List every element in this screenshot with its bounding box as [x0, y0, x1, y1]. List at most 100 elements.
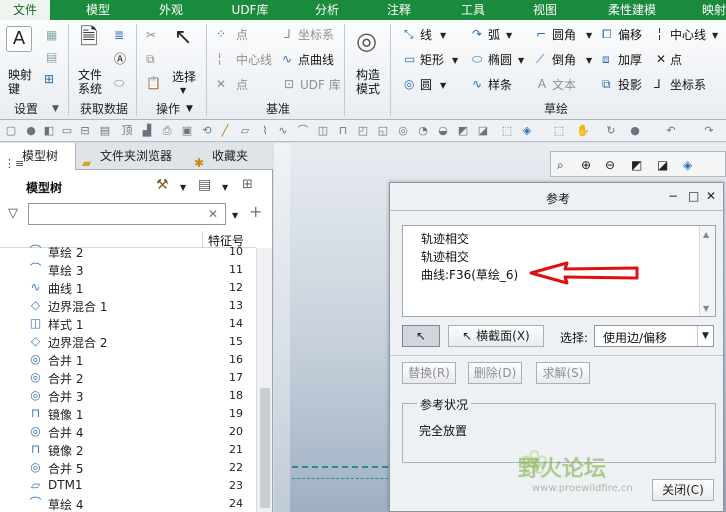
chevron-down-icon[interactable]: ▼ — [180, 181, 186, 195]
coordsys-icon[interactable]: ⅃ — [654, 77, 661, 91]
rectangle-button[interactable]: 矩形 — [420, 51, 444, 68]
tab-folder-browser[interactable]: ▰ 文件夹浏览器 — [78, 143, 182, 170]
filter-icon[interactable]: ▽ — [8, 207, 18, 221]
close-icon[interactable]: ✕ — [706, 189, 716, 203]
chevron-down-icon[interactable]: ▼ — [586, 54, 592, 68]
scrollbar[interactable]: ▲ ▼ — [699, 226, 715, 316]
tree-row[interactable]: ▱ DTM1 23 — [0, 476, 256, 494]
select-button[interactable]: 选择 — [172, 68, 196, 85]
line-icon[interactable]: ⤡ — [404, 27, 414, 41]
spline-icon[interactable]: ∿ — [472, 77, 482, 91]
coordsys-icon[interactable]: ⅃ — [284, 27, 291, 41]
sweep-icon[interactable]: ◰ — [356, 124, 370, 138]
construct-mode-icon[interactable]: ◎ — [356, 28, 377, 54]
reference-item[interactable]: 曲线:F36(草绘_6) — [421, 266, 518, 283]
text-style-icon[interactable]: A — [6, 26, 32, 52]
shell-icon[interactable]: ◒ — [436, 124, 450, 138]
new-icon[interactable]: ▢ — [4, 124, 18, 138]
select-mode-dropdown[interactable]: 使用边/偏移 ▼ — [594, 325, 714, 347]
folder-icon[interactable]: ▭ — [60, 124, 74, 138]
solve-button[interactable]: 求解(S) — [536, 362, 590, 384]
tree-row[interactable]: ⌒ 草绘 4 24 — [0, 494, 256, 512]
sketch-centerline-button[interactable]: 中心线 — [670, 26, 706, 43]
project-button[interactable]: 投影 — [618, 76, 642, 93]
redo-icon[interactable]: ↷ — [702, 124, 716, 138]
menu-mapping[interactable]: 映射 — [694, 0, 726, 20]
menu-appearance[interactable]: 外观 — [146, 0, 196, 20]
sketch-point-button[interactable]: 点 — [670, 51, 682, 68]
round-icon[interactable]: ◔ — [416, 124, 430, 138]
show-menu-icon[interactable]: ▤ — [198, 178, 211, 192]
floppy-icon[interactable]: ▣ — [180, 124, 194, 138]
chevron-down-icon[interactable]: ▼ — [586, 29, 592, 43]
mapping-key-button[interactable]: 映射 键 — [8, 68, 32, 96]
maximize-icon[interactable]: □ — [688, 189, 699, 203]
paste-icon[interactable]: 📋 — [146, 76, 161, 90]
arc-button[interactable]: 弧 — [488, 26, 500, 43]
cut-icon[interactable]: ✂ — [146, 28, 156, 42]
point2-button[interactable]: 点 — [236, 76, 248, 93]
grid-icon[interactable]: ▦ — [46, 28, 57, 42]
offset-icon[interactable]: ⧠ — [602, 27, 612, 41]
shade-sphere-icon[interactable]: ● — [628, 124, 642, 138]
centerline-icon[interactable]: ╎ — [656, 27, 663, 41]
chamfer-button[interactable]: 倒角 — [552, 51, 576, 68]
chevron-down-icon[interactable]: ▼ — [180, 84, 186, 98]
reference-item[interactable]: 轨迹相交 — [421, 248, 469, 265]
stack-icon[interactable]: ≣ — [114, 28, 124, 42]
chevron-down-icon[interactable]: ▼ — [506, 29, 512, 43]
tree-row[interactable]: ◎ 合并 2 17 — [0, 368, 256, 386]
revolve-icon[interactable]: ⊓ — [336, 124, 350, 138]
curve-through-points-icon[interactable]: ∿ — [282, 52, 292, 66]
text-box-icon[interactable]: Ⓐ — [114, 52, 126, 66]
tree-row[interactable]: ∿ 曲线 1 12 — [0, 278, 256, 296]
zoom-out-icon[interactable]: ⊖ — [605, 158, 615, 172]
chamfer-icon[interactable]: ⟋ — [536, 52, 544, 66]
add-icon[interactable]: + — [249, 204, 262, 220]
offset-button[interactable]: 偏移 — [618, 26, 642, 43]
chevron-down-icon[interactable]: ▼ — [518, 54, 524, 68]
chevron-down-icon[interactable]: ▼ — [440, 29, 446, 43]
view-box-icon[interactable]: ⬚ — [500, 124, 514, 138]
shape-icon[interactable]: ⬭ — [114, 76, 124, 90]
menu-flexible-modeling[interactable]: 柔性建模 — [592, 0, 672, 20]
select-arrow-icon[interactable]: ↖ — [174, 26, 192, 50]
scrollbar-thumb[interactable] — [260, 388, 270, 508]
tree-row[interactable]: ⊓ 镜像 2 21 — [0, 440, 256, 458]
centerline-button[interactable]: 中心线 — [236, 51, 272, 68]
construct-mode-button[interactable]: 构造 模式 — [356, 68, 380, 96]
point-x-icon[interactable]: ✕ — [216, 77, 226, 91]
file-system-icon[interactable]: 🗎 — [80, 26, 98, 50]
scrollbar[interactable] — [256, 248, 272, 512]
chart-icon[interactable]: ▟ — [140, 124, 154, 138]
tab-favorites[interactable]: ✱ 收藏夹 — [190, 143, 270, 170]
sketch-coordsys-button[interactable]: 坐标系 — [670, 76, 706, 93]
saved-views-icon[interactable]: ◈ — [683, 158, 692, 172]
reference-item[interactable]: 轨迹相交 — [421, 230, 469, 247]
chevron-down-icon[interactable]: ▼ — [186, 102, 193, 116]
delete-button[interactable]: 删除(D) — [468, 362, 522, 384]
menu-annotate[interactable]: 注释 — [374, 0, 424, 20]
replace-button[interactable]: 替换(R) — [402, 362, 456, 384]
chevron-down-icon[interactable]: ▼ — [697, 326, 713, 346]
chevron-up-icon[interactable]: ▲ — [703, 228, 709, 242]
search-input[interactable] — [28, 203, 226, 225]
ellipse-icon[interactable]: ⬭ — [472, 52, 482, 66]
chevron-down-icon[interactable]: ▼ — [440, 79, 446, 93]
spline-button[interactable]: 样条 — [488, 76, 512, 93]
tree-row[interactable]: ◇ 边界混合 2 15 — [0, 332, 256, 350]
clear-icon[interactable]: ✕ — [208, 207, 218, 221]
menu-analysis[interactable]: 分析 — [300, 0, 354, 20]
chevron-down-icon[interactable]: ▼ — [52, 102, 59, 116]
reference-list[interactable]: 轨迹相交 轨迹相交 曲线:F36(草绘_6) ▲ ▼ — [402, 225, 716, 317]
udf-icon[interactable]: ⊡ — [284, 77, 294, 91]
settings-tools-icon[interactable]: ⚒ — [156, 178, 169, 192]
tree-row[interactable]: ⊓ 镜像 1 19 — [0, 404, 256, 422]
relations-icon[interactable]: ⊞ — [44, 72, 54, 86]
sketch-icon[interactable]: ⌇ — [258, 124, 272, 138]
undo-icon[interactable]: ↶ — [664, 124, 678, 138]
chevron-down-icon[interactable]: ▼ — [703, 302, 709, 316]
curve-through-points-button[interactable]: 点曲线 — [298, 51, 334, 68]
text-button[interactable]: 文本 — [552, 76, 576, 93]
select-arrow-button[interactable]: ↖ — [402, 325, 440, 347]
